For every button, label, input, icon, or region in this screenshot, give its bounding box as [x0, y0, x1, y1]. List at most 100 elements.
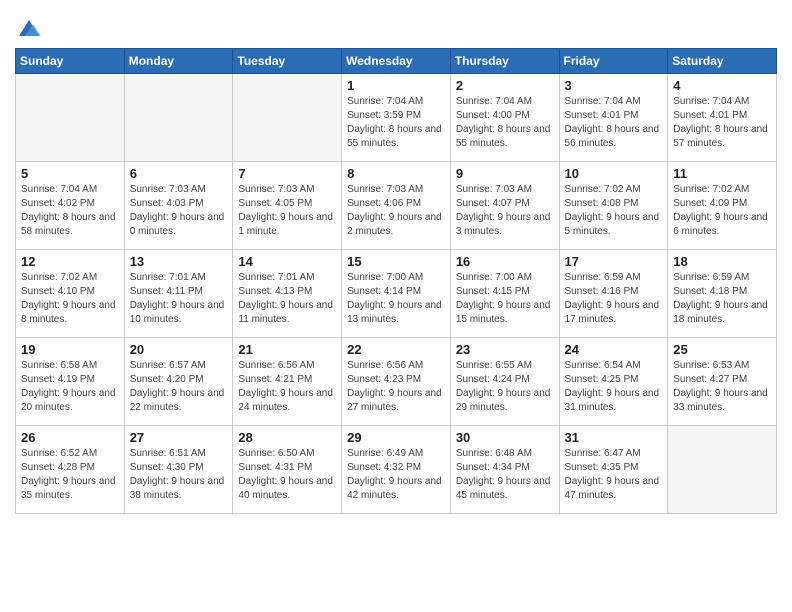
day-info: Sunrise: 7:01 AMSunset: 4:13 PMDaylight:… [238, 271, 336, 327]
day-number: 16 [456, 254, 554, 269]
day-number: 13 [130, 254, 228, 269]
calendar-cell: 18Sunrise: 6:59 AMSunset: 4:18 PMDayligh… [668, 250, 777, 338]
day-info: Sunrise: 6:56 AMSunset: 4:23 PMDaylight:… [347, 359, 445, 415]
day-number: 3 [565, 78, 663, 93]
calendar-cell: 7 Sunrise: 7:03 AMSunset: 4:05 PMDaylight… [233, 162, 342, 250]
calendar-cell: 5 Sunrise: 7:04 AMSunset: 4:02 PMDaylight… [16, 162, 125, 250]
day-number: 15 [347, 254, 445, 269]
calendar-cell: 28 Sunrise: 6:50 AMSunset: 4:31 PMDayligh… [233, 426, 342, 514]
day-info: Sunrise: 6:52 AMSunset: 4:28 PMDaylight:… [21, 447, 119, 503]
calendar-cell: 8Sunrise: 7:03 AMSunset: 4:06 PMDaylight… [342, 162, 451, 250]
day-info: Sunrise: 7:04 AMSunset: 3:59 PMDaylight:… [347, 95, 445, 151]
calendar-cell: 20 Sunrise: 6:57 AMSunset: 4:20 PMDayligh… [124, 338, 233, 426]
day-number: 19 [21, 342, 119, 357]
calendar-cell: 24 Sunrise: 6:54 AMSunset: 4:25 PMDayligh… [559, 338, 668, 426]
day-info: Sunrise: 6:59 AMSunset: 4:16 PMDaylight:… [565, 271, 663, 327]
calendar-week-row: 19 Sunrise: 6:58 AMSunset: 4:19 PMDayligh… [16, 338, 777, 426]
calendar-cell: 6 Sunrise: 7:03 AMSunset: 4:03 PMDaylight… [124, 162, 233, 250]
day-info: Sunrise: 6:51 AMSunset: 4:30 PMDaylight:… [130, 447, 228, 503]
weekday-header: Thursday [450, 49, 559, 74]
calendar-cell: 17 Sunrise: 6:59 AMSunset: 4:16 PMDayligh… [559, 250, 668, 338]
day-number: 5 [21, 166, 119, 181]
day-info: Sunrise: 6:50 AMSunset: 4:31 PMDaylight:… [238, 447, 336, 503]
day-number: 22 [347, 342, 445, 357]
day-info: Sunrise: 7:03 AMSunset: 4:03 PMDaylight:… [130, 183, 228, 239]
calendar-cell: 19 Sunrise: 6:58 AMSunset: 4:19 PMDayligh… [16, 338, 125, 426]
day-number: 12 [21, 254, 119, 269]
day-number: 20 [130, 342, 228, 357]
day-number: 26 [21, 430, 119, 445]
day-info: Sunrise: 6:59 AMSunset: 4:18 PMDaylight:… [673, 271, 771, 327]
calendar-cell: 25 Sunrise: 6:53 AMSunset: 4:27 PMDayligh… [668, 338, 777, 426]
calendar-cell [124, 74, 233, 162]
calendar-week-row: 12 Sunrise: 7:02 AMSunset: 4:10 PMDayligh… [16, 250, 777, 338]
weekday-header: Saturday [668, 49, 777, 74]
day-number: 23 [456, 342, 554, 357]
calendar-cell: 10 Sunrise: 7:02 AMSunset: 4:08 PMDayligh… [559, 162, 668, 250]
day-info: Sunrise: 7:04 AMSunset: 4:01 PMDaylight:… [673, 95, 771, 151]
day-info: Sunrise: 7:00 AMSunset: 4:14 PMDaylight:… [347, 271, 445, 327]
day-info: Sunrise: 7:04 AMSunset: 4:01 PMDaylight:… [565, 95, 663, 151]
calendar-cell: 21Sunrise: 6:56 AMSunset: 4:21 PMDayligh… [233, 338, 342, 426]
day-info: Sunrise: 7:03 AMSunset: 4:05 PMDaylight:… [238, 183, 336, 239]
day-number: 24 [565, 342, 663, 357]
calendar-week-row: 1 Sunrise: 7:04 AMSunset: 3:59 PMDaylight… [16, 74, 777, 162]
header [15, 10, 777, 42]
calendar-cell: 30 Sunrise: 6:48 AMSunset: 4:34 PMDayligh… [450, 426, 559, 514]
day-info: Sunrise: 6:49 AMSunset: 4:32 PMDaylight:… [347, 447, 445, 503]
calendar-cell: 31 Sunrise: 6:47 AMSunset: 4:35 PMDayligh… [559, 426, 668, 514]
calendar-cell: 12 Sunrise: 7:02 AMSunset: 4:10 PMDayligh… [16, 250, 125, 338]
calendar-cell [668, 426, 777, 514]
day-number: 28 [238, 430, 336, 445]
day-number: 14 [238, 254, 336, 269]
calendar-cell: 27 Sunrise: 6:51 AMSunset: 4:30 PMDayligh… [124, 426, 233, 514]
day-info: Sunrise: 7:02 AMSunset: 4:08 PMDaylight:… [565, 183, 663, 239]
calendar-cell: 14 Sunrise: 7:01 AMSunset: 4:13 PMDayligh… [233, 250, 342, 338]
calendar-cell: 1 Sunrise: 7:04 AMSunset: 3:59 PMDaylight… [342, 74, 451, 162]
logo [15, 14, 47, 42]
day-info: Sunrise: 7:02 AMSunset: 4:10 PMDaylight:… [21, 271, 119, 327]
calendar-week-row: 26 Sunrise: 6:52 AMSunset: 4:28 PMDayligh… [16, 426, 777, 514]
day-number: 6 [130, 166, 228, 181]
calendar-week-row: 5 Sunrise: 7:04 AMSunset: 4:02 PMDaylight… [16, 162, 777, 250]
weekday-header: Tuesday [233, 49, 342, 74]
day-info: Sunrise: 6:54 AMSunset: 4:25 PMDaylight:… [565, 359, 663, 415]
day-info: Sunrise: 7:04 AMSunset: 4:02 PMDaylight:… [21, 183, 119, 239]
calendar-cell: 29Sunrise: 6:49 AMSunset: 4:32 PMDayligh… [342, 426, 451, 514]
day-number: 25 [673, 342, 771, 357]
day-number: 31 [565, 430, 663, 445]
day-number: 9 [456, 166, 554, 181]
day-info: Sunrise: 6:53 AMSunset: 4:27 PMDaylight:… [673, 359, 771, 415]
day-number: 1 [347, 78, 445, 93]
day-info: Sunrise: 6:47 AMSunset: 4:35 PMDaylight:… [565, 447, 663, 503]
calendar-cell: 13Sunrise: 7:01 AMSunset: 4:11 PMDayligh… [124, 250, 233, 338]
calendar-cell [16, 74, 125, 162]
day-number: 10 [565, 166, 663, 181]
calendar-cell: 26 Sunrise: 6:52 AMSunset: 4:28 PMDayligh… [16, 426, 125, 514]
day-info: Sunrise: 6:58 AMSunset: 4:19 PMDaylight:… [21, 359, 119, 415]
day-info: Sunrise: 7:02 AMSunset: 4:09 PMDaylight:… [673, 183, 771, 239]
page: SundayMondayTuesdayWednesdayThursdayFrid… [0, 0, 792, 612]
calendar-cell: 23Sunrise: 6:55 AMSunset: 4:24 PMDayligh… [450, 338, 559, 426]
calendar-cell: 2 Sunrise: 7:04 AMSunset: 4:00 PMDaylight… [450, 74, 559, 162]
day-number: 30 [456, 430, 554, 445]
day-number: 8 [347, 166, 445, 181]
day-info: Sunrise: 6:57 AMSunset: 4:20 PMDaylight:… [130, 359, 228, 415]
calendar-table: SundayMondayTuesdayWednesdayThursdayFrid… [15, 48, 777, 514]
day-number: 4 [673, 78, 771, 93]
calendar-cell: 16 Sunrise: 7:00 AMSunset: 4:15 PMDayligh… [450, 250, 559, 338]
day-info: Sunrise: 7:00 AMSunset: 4:15 PMDaylight:… [456, 271, 554, 327]
calendar-cell [233, 74, 342, 162]
calendar-cell: 3 Sunrise: 7:04 AMSunset: 4:01 PMDaylight… [559, 74, 668, 162]
day-number: 17 [565, 254, 663, 269]
logo-icon [15, 14, 43, 42]
day-number: 27 [130, 430, 228, 445]
day-number: 2 [456, 78, 554, 93]
weekday-header-row: SundayMondayTuesdayWednesdayThursdayFrid… [16, 49, 777, 74]
day-number: 7 [238, 166, 336, 181]
calendar-cell: 15 Sunrise: 7:00 AMSunset: 4:14 PMDayligh… [342, 250, 451, 338]
weekday-header: Monday [124, 49, 233, 74]
day-info: Sunrise: 6:48 AMSunset: 4:34 PMDaylight:… [456, 447, 554, 503]
calendar-cell: 4 Sunrise: 7:04 AMSunset: 4:01 PMDaylight… [668, 74, 777, 162]
day-info: Sunrise: 7:04 AMSunset: 4:00 PMDaylight:… [456, 95, 554, 151]
